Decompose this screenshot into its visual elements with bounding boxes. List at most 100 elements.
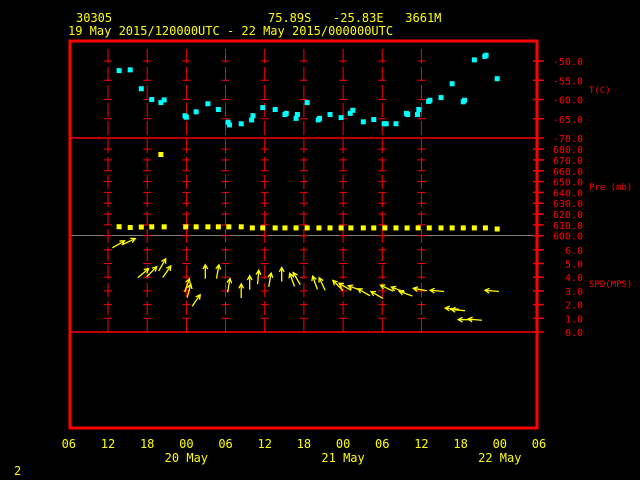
pressure-point bbox=[161, 224, 167, 230]
y-tick-label: 630.0 bbox=[553, 199, 583, 210]
x-tick-label: 12 bbox=[101, 437, 115, 451]
temperature-point bbox=[415, 112, 421, 118]
x-tick-label: 06 bbox=[375, 437, 389, 451]
pressure-point bbox=[494, 226, 500, 232]
y-tick-label: 640.0 bbox=[553, 188, 583, 199]
wind-arrow bbox=[292, 271, 301, 285]
pressure-point bbox=[338, 225, 344, 231]
temperature-point bbox=[149, 97, 155, 102]
pressure-point bbox=[371, 225, 377, 231]
y-tick-label: 0.0 bbox=[565, 328, 583, 339]
temperature-point bbox=[317, 115, 323, 121]
temperature-point bbox=[127, 67, 133, 73]
temperature-point bbox=[360, 119, 366, 125]
wind-arrow bbox=[158, 257, 167, 272]
y-tick-label: 5.0 bbox=[565, 260, 583, 271]
y-tick-label: 670.0 bbox=[553, 156, 583, 167]
temperature-point bbox=[138, 86, 144, 92]
x-tick-label: 06 bbox=[532, 437, 546, 451]
pressure-point bbox=[138, 224, 144, 230]
y-tick-label: 2.0 bbox=[565, 301, 583, 312]
temperature-point bbox=[304, 100, 310, 106]
y-tick-label: -55.0 bbox=[553, 76, 583, 87]
wind-arrow bbox=[202, 263, 209, 279]
wind-arrow bbox=[162, 264, 172, 278]
y-tick-label: 620.0 bbox=[553, 210, 583, 221]
pressure-point bbox=[215, 224, 221, 230]
temperature-point bbox=[193, 109, 199, 115]
wind-arrow bbox=[449, 306, 466, 313]
x-tick-label: 00 bbox=[336, 437, 350, 451]
pressure-point bbox=[293, 225, 299, 231]
temperature-point bbox=[427, 97, 433, 103]
wind-arrow bbox=[356, 288, 371, 297]
wind-arrow bbox=[246, 274, 253, 290]
temperature-point bbox=[260, 105, 266, 111]
wind-arrow bbox=[278, 266, 285, 282]
y-tick-label: 4.0 bbox=[565, 273, 583, 284]
speed-axis-label: SPD(MPS) bbox=[589, 280, 632, 290]
pressure-point bbox=[127, 224, 133, 230]
x-tick-label: 06 bbox=[62, 437, 76, 451]
pressure-point bbox=[158, 152, 164, 158]
wind-arrow bbox=[466, 316, 483, 323]
temperature-point bbox=[405, 112, 411, 118]
temperature-point bbox=[494, 76, 500, 82]
pressure-point bbox=[482, 225, 488, 231]
pressure-axis-label: Pre (mb) bbox=[589, 183, 632, 193]
wind-arrow bbox=[267, 271, 274, 287]
temperature-point bbox=[371, 117, 377, 123]
pressure-point bbox=[226, 224, 232, 230]
pressure-point bbox=[426, 225, 432, 231]
pressure-point bbox=[438, 225, 444, 231]
y-tick-label: 3.0 bbox=[565, 287, 583, 298]
pressure-point bbox=[205, 224, 211, 230]
pressure-point bbox=[449, 225, 455, 231]
temperature-point bbox=[272, 107, 278, 113]
pressure-point bbox=[260, 225, 266, 231]
wind-arrow bbox=[397, 289, 413, 297]
wind-arrow bbox=[191, 293, 201, 307]
x-date-label: 20 May bbox=[165, 451, 208, 465]
wind-arrow bbox=[318, 276, 326, 291]
pressure-point bbox=[193, 224, 199, 230]
pressure-point bbox=[272, 225, 278, 231]
temperature-point bbox=[283, 110, 289, 116]
wind-arrow bbox=[238, 282, 245, 298]
temperature-point bbox=[226, 122, 232, 128]
temperature-point bbox=[116, 68, 122, 74]
y-tick-label: 660.0 bbox=[553, 167, 583, 178]
wind-arrow bbox=[311, 274, 319, 290]
temperature-point bbox=[471, 57, 477, 63]
pressure-point bbox=[382, 225, 388, 231]
pressure-point bbox=[360, 225, 366, 231]
pressure-point bbox=[116, 224, 122, 230]
temperature-point bbox=[183, 114, 189, 120]
temperature-point bbox=[238, 121, 244, 127]
temperature-point bbox=[383, 121, 389, 127]
wind-arrow bbox=[226, 277, 233, 293]
wind-arrow bbox=[331, 279, 344, 291]
y-tick-label: -60.0 bbox=[553, 96, 583, 107]
x-tick-label: 18 bbox=[140, 437, 154, 451]
pressure-point bbox=[249, 225, 255, 231]
y-tick-label: 650.0 bbox=[553, 178, 583, 189]
x-date-label: 21 May bbox=[321, 451, 364, 465]
y-tick-label: 600.0 bbox=[553, 232, 583, 243]
temperature-point bbox=[462, 97, 468, 103]
pressure-point bbox=[304, 225, 310, 231]
temperature-point bbox=[416, 107, 422, 113]
wind-arrow bbox=[369, 290, 384, 300]
x-tick-label: 12 bbox=[257, 437, 271, 451]
y-tick-label: 610.0 bbox=[553, 221, 583, 232]
temperature-point bbox=[161, 97, 167, 103]
temperature-point bbox=[483, 52, 489, 58]
temperature-point bbox=[350, 107, 356, 113]
pressure-point bbox=[327, 225, 333, 231]
wind-arrow bbox=[428, 287, 445, 294]
pressure-point bbox=[238, 224, 244, 230]
x-tick-label: 12 bbox=[414, 437, 428, 451]
y-tick-label: 680.0 bbox=[553, 145, 583, 156]
wind-arrow bbox=[215, 263, 222, 279]
x-tick-label: 18 bbox=[453, 437, 467, 451]
